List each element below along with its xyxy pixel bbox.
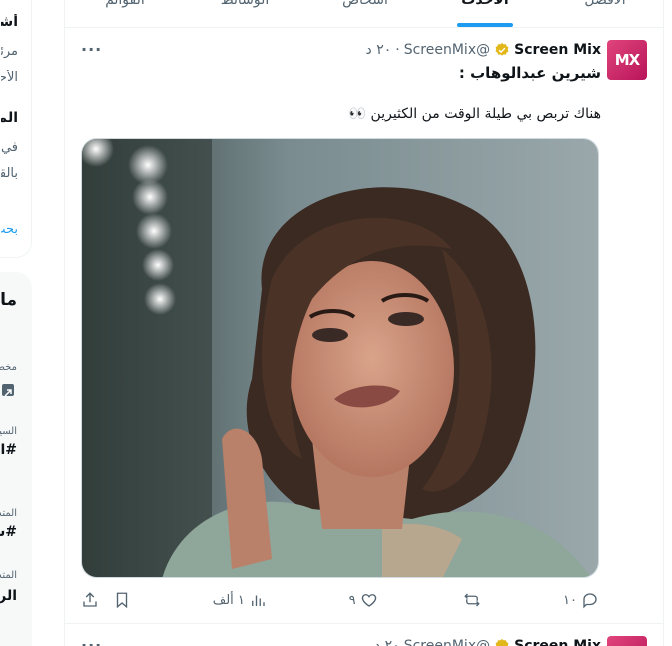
retweet-icon [464, 593, 481, 607]
retweet-button[interactable] [459, 591, 481, 609]
tab-top[interactable]: الأفضل [545, 0, 663, 27]
sidebar-card-trends: ما الذي يحدث مخصص لك السينما #الأ المتدا… [0, 272, 32, 646]
avatar[interactable] [607, 636, 647, 646]
bookmark-icon [116, 592, 128, 609]
tweet-text-line-2: هناك تربص بي طيلة الوقت من الكثيرين 👀 [348, 106, 601, 122]
sidebar-heading: المواضيع [1, 110, 18, 126]
sidebar-line: مرئي من قبل [1, 44, 18, 59]
sidebar-line: في الأخبار [1, 140, 18, 155]
trend-item[interactable]: #ش [0, 524, 17, 540]
views-count: ١ ألف [212, 592, 245, 608]
sidebar-line: الأحداث الجارية [1, 70, 18, 85]
like-count: ٩ [348, 592, 356, 608]
sidebar: أشياء لتتابعها مرئي من قبل الأحداث الجار… [0, 0, 34, 646]
reply-count: ١٠ [563, 592, 577, 608]
tab-latest[interactable]: الأحدث [425, 0, 545, 27]
arrow-icon [2, 384, 14, 397]
author-handle[interactable]: @ScreenMix [404, 42, 490, 58]
tweet-header: Screen Mix @ScreenMix ٢٠ د [374, 638, 601, 646]
trend-item[interactable]: الر [0, 588, 17, 604]
verified-badge-icon [495, 43, 509, 56]
sidebar-card-topics: أشياء لتتابعها مرئي من قبل الأحداث الجار… [0, 0, 32, 258]
views-button[interactable]: ١ ألف [213, 591, 267, 609]
author-handle[interactable]: @ScreenMix [404, 638, 490, 646]
author-name[interactable]: Screen Mix [514, 42, 601, 58]
avatar[interactable]: MX [607, 40, 647, 80]
reply-icon [583, 593, 597, 609]
tab-media[interactable]: الوسائط [185, 0, 305, 27]
sidebar-heading: أشياء لتتابعها [1, 14, 18, 30]
tweet-actions: ١٠ ٩ ١ ألف [81, 588, 599, 612]
more-options-icon[interactable]: ··· [81, 636, 101, 646]
trends-title: ما الذي يحدث [0, 290, 17, 310]
more-options-icon[interactable]: ··· [81, 40, 101, 60]
trend-category: المتداول [0, 570, 17, 581]
tweet[interactable]: Screen Mix @ScreenMix ٢٠ د ··· [65, 624, 663, 646]
reply-button[interactable]: ١٠ [563, 591, 599, 609]
like-button[interactable]: ٩ [349, 591, 378, 609]
tab-lists[interactable]: القوائم [65, 0, 185, 27]
tweet[interactable]: MX Screen Mix @ScreenMix · ٢٠ د ··· شيري… [65, 28, 663, 624]
tab-people[interactable]: أشخاص [305, 0, 425, 27]
share-icon [83, 592, 97, 607]
sidebar-show-more-link[interactable]: بحث [1, 222, 18, 237]
tweet-text-line-1: شيرين عبدالوهاب : [458, 64, 601, 82]
trend-category: السينما [0, 426, 17, 437]
sidebar-line: بالقرب منك [1, 166, 18, 181]
views-chart-icon [251, 595, 265, 606]
author-name[interactable]: Screen Mix [514, 638, 601, 646]
tweet-time[interactable]: ٢٠ د [374, 638, 400, 646]
tweet-media-photo[interactable] [81, 138, 599, 578]
verified-badge-icon [495, 639, 509, 646]
tweet-time[interactable]: ٢٠ د [366, 42, 392, 58]
trend-category: مخصص لك [0, 362, 17, 373]
separator-dot: · [395, 42, 400, 58]
share-button[interactable] [81, 591, 99, 609]
bookmark-button[interactable] [113, 591, 131, 609]
trend-category: المتداول [0, 508, 17, 519]
trend-item[interactable]: #الأ [0, 442, 17, 458]
timeline: الأفضل الأحدث أشخاص الوسائط القوائم MX S… [64, 0, 664, 646]
heart-icon [361, 594, 376, 607]
tweet-header: Screen Mix @ScreenMix · ٢٠ د [366, 42, 601, 58]
search-tabs: الأفضل الأحدث أشخاص الوسائط القوائم [65, 0, 663, 28]
tweet-actions-secondary [81, 591, 131, 609]
active-tab-indicator [457, 23, 513, 27]
